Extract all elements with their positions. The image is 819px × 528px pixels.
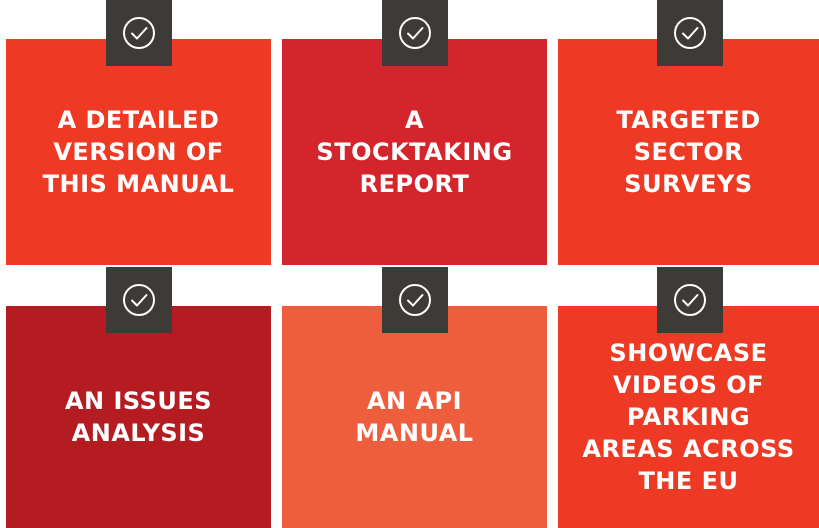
tile-api-manual: AN API MANUAL	[282, 306, 547, 528]
tile-issues-analysis: AN ISSUES ANALYSIS	[6, 306, 271, 528]
check-badge	[382, 0, 448, 66]
check-badge	[106, 0, 172, 66]
deliverables-grid: A DETAILED VERSION OF THIS MANUAL A STOC…	[0, 0, 819, 528]
tile-sector-surveys: TARGETED SECTOR SURVEYS	[558, 39, 819, 265]
tile-showcase-videos: SHOWCASE VIDEOS OF PARKING AREAS ACROSS …	[558, 306, 819, 528]
check-circle-icon	[674, 17, 706, 49]
tile-detailed-manual: A DETAILED VERSION OF THIS MANUAL	[6, 39, 271, 265]
check-badge	[106, 267, 172, 333]
check-circle-icon	[399, 284, 431, 316]
check-badge	[382, 267, 448, 333]
check-circle-icon	[399, 17, 431, 49]
check-badge	[657, 0, 723, 66]
check-circle-icon	[123, 17, 155, 49]
tile-label: TARGETED SECTOR SURVEYS	[616, 106, 761, 198]
tile-label: A DETAILED VERSION OF THIS MANUAL	[42, 106, 235, 198]
tile-label: AN ISSUES ANALYSIS	[64, 387, 213, 447]
check-circle-icon	[674, 284, 706, 316]
tile-label: AN API MANUAL	[355, 387, 474, 447]
check-badge	[657, 267, 723, 333]
check-circle-icon	[123, 284, 155, 316]
tile-stocktaking-report: A STOCKTAKING REPORT	[282, 39, 547, 265]
tile-label: A STOCKTAKING REPORT	[316, 106, 513, 198]
tile-label: SHOWCASE VIDEOS OF PARKING AREAS ACROSS …	[582, 339, 795, 495]
